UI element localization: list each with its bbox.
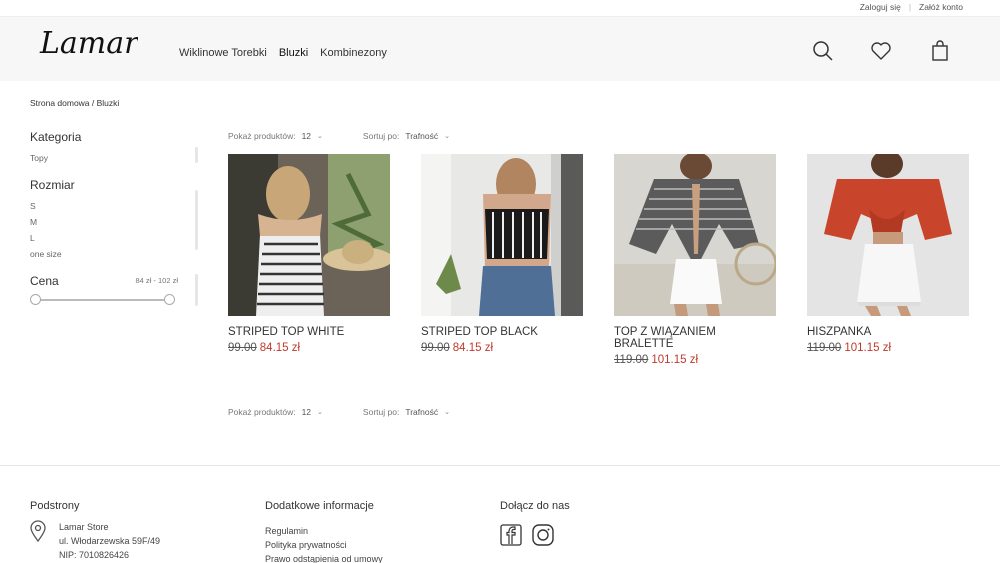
slider-handle-max[interactable]: [164, 294, 175, 305]
nav-item-bluzki[interactable]: Bluzki: [279, 47, 308, 59]
filter-option-topy[interactable]: Topy: [30, 150, 198, 166]
breadcrumb[interactable]: Strona domowa / Bluzki: [30, 98, 119, 108]
product-grid: STRIPED TOP WHITE 99.00 84.15 zł STRIPED…: [228, 154, 969, 366]
scrollbar[interactable]: [195, 190, 198, 250]
product-name[interactable]: TOP Z WIĄZANIEM BRALETTE: [614, 326, 776, 350]
price-range-label: 84 zł - 102 zł: [135, 276, 178, 285]
chevron-down-icon[interactable]: ⌄: [317, 408, 323, 416]
footer-link-regulamin[interactable]: Regulamin: [265, 524, 383, 538]
filter-size-title: Rozmiar: [30, 178, 75, 192]
show-products-select[interactable]: 12: [302, 407, 311, 417]
header-icons: [812, 40, 952, 64]
filter-category-title: Kategoria: [30, 130, 82, 144]
filters-sidebar: Kategoria Topy Rozmiar S M L one size Ce…: [30, 130, 198, 318]
footer-link-withdrawal[interactable]: Prawo odstąpienia od umowy: [265, 552, 383, 563]
sale-price: 101.15 zł: [651, 354, 699, 366]
show-products-label: Pokaż produktów:: [228, 131, 296, 141]
address-line: ul. Włodarzewska 59F/49: [59, 536, 161, 546]
separator: |: [908, 2, 912, 12]
slider-handle-min[interactable]: [30, 294, 41, 305]
sale-price: 84.15 zł: [452, 342, 494, 354]
footer-link-privacy[interactable]: Polityka prywatności: [265, 538, 383, 552]
product-image[interactable]: [614, 154, 776, 316]
instagram-icon[interactable]: [532, 524, 554, 546]
show-products-label: Pokaż produktów:: [228, 407, 296, 417]
product-card[interactable]: STRIPED TOP BLACK 99.00 84.15 zł: [421, 154, 583, 366]
filter-option-one-size[interactable]: one size: [30, 246, 198, 262]
chevron-down-icon[interactable]: ⌄: [317, 132, 323, 140]
register-link[interactable]: Załóż konto: [919, 2, 963, 12]
product-price: 99.00 84.15 zł: [421, 342, 583, 354]
header: Lamar. Wiklinowe Torebki Bluzki Kombinez…: [0, 17, 1000, 81]
old-price: 99.00: [421, 342, 450, 354]
sale-price: 101.15 zł: [844, 342, 892, 354]
sort-select[interactable]: Trafność: [405, 407, 438, 417]
product-image[interactable]: [421, 154, 583, 316]
footer-heading: Dołącz do nas: [500, 500, 570, 512]
footer-heading: Podstrony: [30, 500, 80, 512]
price-slider[interactable]: [30, 294, 175, 306]
old-price: 119.00: [807, 342, 842, 354]
product-name[interactable]: HISZPANKA: [807, 326, 969, 338]
logo[interactable]: Lamar.: [38, 25, 138, 65]
filter-option-m[interactable]: M: [30, 214, 198, 230]
nav-item-wiklinowe-torebki[interactable]: Wiklinowe Torebki: [179, 47, 267, 59]
product-name[interactable]: STRIPED TOP BLACK: [421, 326, 583, 338]
scrollbar[interactable]: [195, 147, 198, 163]
chevron-down-icon[interactable]: ⌄: [444, 408, 450, 416]
product-name[interactable]: STRIPED TOP WHITE: [228, 326, 390, 338]
product-image[interactable]: [807, 154, 969, 316]
filter-price: Cena 84 zł - 102 zł: [30, 274, 198, 306]
footer: Podstrony Lamar Store ul. Włodarzewska 5…: [0, 465, 1000, 563]
search-icon[interactable]: [812, 40, 834, 62]
footer-col-social: Dołącz do nas: [500, 500, 570, 546]
login-link[interactable]: Zaloguj się: [860, 2, 901, 12]
products-toolbar-top: Pokaż produktów: 12 ⌄ Sortuj po: Trafnoś…: [228, 131, 450, 141]
old-price: 119.00: [614, 354, 649, 366]
account-links: Zaloguj się | Załóż konto: [860, 2, 963, 12]
products-toolbar-bottom: Pokaż produktów: 12 ⌄ Sortuj po: Trafnoś…: [228, 407, 450, 417]
sort-label: Sortuj po:: [362, 131, 400, 141]
filter-size: Rozmiar S M L one size: [30, 178, 198, 262]
product-card[interactable]: TOP Z WIĄZANIEM BRALETTE 119.00 101.15 zł: [614, 154, 776, 366]
bag-icon[interactable]: [929, 40, 951, 62]
old-price: 99.00: [228, 342, 257, 354]
chevron-down-icon[interactable]: ⌄: [444, 132, 450, 140]
product-card[interactable]: HISZPANKA 119.00 101.15 zł: [807, 154, 969, 366]
product-image[interactable]: [228, 154, 390, 316]
sale-price: 84.15 zł: [259, 342, 301, 354]
filter-option-l[interactable]: L: [30, 230, 198, 246]
location-pin-icon: [30, 520, 46, 543]
product-price: 119.00 101.15 zł: [614, 354, 776, 366]
address-line: NIP: 7010826426: [59, 550, 130, 560]
address-line: Lamar Store: [59, 522, 109, 532]
slider-track: [34, 299, 171, 301]
store-address: Lamar Store ul. Włodarzewska 59F/49 NIP:…: [29, 520, 160, 560]
main-nav: Wiklinowe Torebki Bluzki Kombinezony: [179, 47, 387, 59]
logo-text: Lamar.: [39, 26, 138, 61]
filter-category: Kategoria Topy: [30, 130, 198, 166]
nav-item-kombinezony[interactable]: Kombinezony: [320, 47, 387, 59]
filter-option-s[interactable]: S: [30, 198, 198, 214]
sort-label: Sortuj po:: [362, 407, 400, 417]
show-products-select[interactable]: 12: [302, 131, 311, 141]
sort-select[interactable]: Trafność: [405, 131, 438, 141]
footer-col-dodatkowe: Dodatkowe informacje Regulamin Polityka …: [265, 500, 383, 563]
product-price: 119.00 101.15 zł: [807, 342, 969, 354]
top-bar: Zaloguj się | Załóż konto: [0, 0, 1000, 17]
footer-heading: Dodatkowe informacje: [265, 500, 374, 512]
social-icons: [500, 524, 570, 546]
product-price: 99.00 84.15 zł: [228, 342, 390, 354]
scrollbar[interactable]: [195, 274, 198, 306]
product-card[interactable]: STRIPED TOP WHITE 99.00 84.15 zł: [228, 154, 390, 366]
facebook-icon[interactable]: [500, 524, 522, 546]
heart-icon[interactable]: [870, 40, 892, 62]
